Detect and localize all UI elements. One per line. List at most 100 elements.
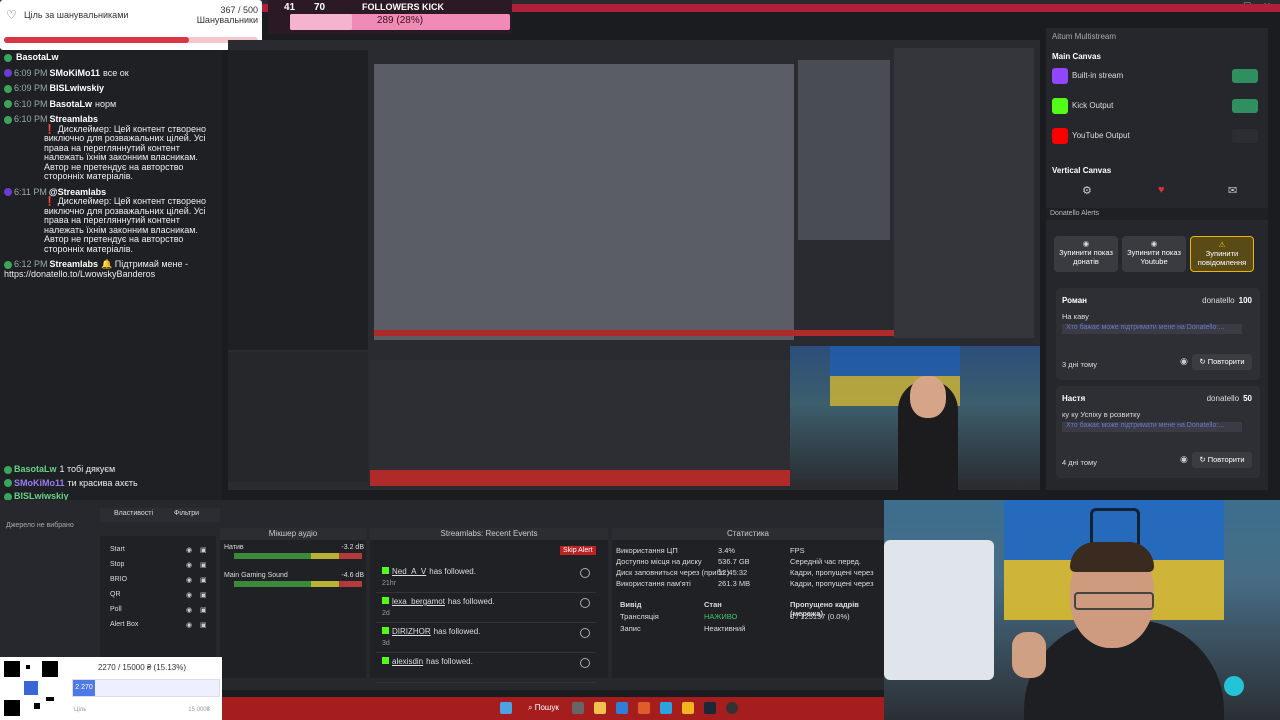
- stat-key: Використання пам'яті: [616, 579, 691, 588]
- nested-chat-preview: [228, 50, 368, 350]
- heart-icon: ♡: [6, 8, 17, 22]
- chrome-icon[interactable]: [682, 702, 694, 714]
- chat-message: 6:11 PM @Streamlabs ❗ Дисклеймер: Цей конт…: [0, 187, 222, 256]
- eye-icon[interactable]: ◉: [186, 591, 192, 599]
- replay-icon[interactable]: [580, 658, 590, 668]
- start-icon[interactable]: [500, 702, 512, 714]
- output-row: YouTube Output: [1052, 126, 1264, 148]
- user-badge-icon: [4, 465, 12, 474]
- settings-icon[interactable]: ⚙: [1082, 184, 1092, 197]
- chat-text: норм: [95, 98, 117, 109]
- goal-title: Ціль за шанувальниками: [24, 10, 129, 20]
- multistream-panel: Aitum Multistream Main Canvas Built-in s…: [1046, 28, 1268, 490]
- edge-icon[interactable]: [616, 702, 628, 714]
- eye-icon[interactable]: ◉: [186, 561, 192, 569]
- source-row[interactable]: Stop ◉ ▣: [110, 561, 210, 573]
- skip-alert-button[interactable]: Skip Alert: [560, 546, 596, 555]
- telegram-icon[interactable]: [660, 702, 672, 714]
- chat-panel: BasotaLw 6:09 PM SMoKiMo11 все ок 6:09 PM BIS…: [0, 50, 222, 500]
- stat-value: 12:45:32: [718, 568, 748, 577]
- stat-key: Кадри, пропущені через: [790, 579, 874, 588]
- taskbar-search[interactable]: ⌕ Пошук: [528, 703, 559, 713]
- eye-icon[interactable]: ◉: [186, 621, 192, 629]
- replay-icon[interactable]: [580, 598, 590, 608]
- chat-username[interactable]: BasotaLw: [14, 464, 57, 474]
- chat-icon[interactable]: ✉: [1228, 184, 1237, 197]
- donation-amount: 50: [1243, 394, 1252, 403]
- lock-icon[interactable]: ▣: [200, 561, 207, 569]
- output-toggle[interactable]: [1232, 69, 1258, 83]
- obs-icon[interactable]: [726, 702, 738, 714]
- chat-username[interactable]: SMoKiMo11: [50, 68, 101, 78]
- retry-button[interactable]: ↻ Повторити: [1192, 452, 1252, 468]
- chat-username[interactable]: BasotaLw: [50, 99, 93, 109]
- source-row[interactable]: Poll ◉ ▣: [110, 606, 210, 618]
- chat-username[interactable]: Streamlabs: [50, 114, 99, 124]
- output-label: Built-in stream: [1072, 71, 1124, 80]
- chat-username[interactable]: SMoKiMo11: [14, 478, 65, 488]
- lock-icon[interactable]: ▣: [200, 546, 207, 554]
- lock-icon[interactable]: ▣: [200, 606, 207, 614]
- source-row[interactable]: Alert Box ◉ ▣: [110, 621, 210, 633]
- replay-icon[interactable]: [580, 628, 590, 638]
- alert-control-button[interactable]: ⚠ Зупинити повідомлення: [1190, 236, 1254, 272]
- chat-username[interactable]: Streamlabs: [50, 259, 99, 269]
- stats-title: Статистика: [612, 528, 884, 540]
- donation-source: donatello 100: [1202, 296, 1252, 305]
- output-status: НАЖИВО: [704, 612, 738, 621]
- donation-message: ку ку Успіху в розвитку: [1062, 410, 1141, 419]
- stop-icon: ◉: [1150, 239, 1158, 248]
- eye-icon[interactable]: ◉: [1180, 454, 1188, 465]
- chat-time: 6:12 PM: [14, 259, 48, 269]
- chat-body: ❗ Дисклеймер: Цей контент створено виклю…: [44, 196, 206, 254]
- chat-text: 1 тобі дякуєм: [59, 464, 116, 474]
- lock-icon[interactable]: ▣: [200, 621, 207, 629]
- user-badge-icon: [4, 260, 12, 269]
- lock-icon[interactable]: ▣: [200, 591, 207, 599]
- output-status: Неактивний: [704, 624, 746, 633]
- output-dropped: 0 / 125137 (0.0%): [790, 612, 850, 621]
- stat-key: Середній час перед.: [790, 557, 862, 566]
- eye-icon[interactable]: ◉: [186, 606, 192, 614]
- event-user[interactable]: Ned_A_V: [392, 567, 426, 576]
- alert-control-button[interactable]: ◉ Зупинити показ Youtube: [1122, 236, 1186, 272]
- output-toggle[interactable]: [1232, 129, 1258, 143]
- retry-icon: ↻: [1199, 455, 1208, 464]
- steam-icon[interactable]: [704, 702, 716, 714]
- donation-min-label: Ціль: [74, 707, 87, 713]
- events-title: Streamlabs: Recent Events: [370, 528, 608, 540]
- chat-username[interactable]: @Streamlabs: [49, 187, 106, 197]
- event-user[interactable]: alexisdin: [392, 657, 423, 666]
- output-toggle[interactable]: [1232, 99, 1258, 113]
- donation-time: 3 дні тому: [1062, 360, 1098, 369]
- output-header: Вивід: [620, 600, 642, 609]
- lock-icon[interactable]: ▣: [200, 576, 207, 584]
- tab-filters[interactable]: Фільтри: [174, 510, 199, 517]
- file-explorer-icon[interactable]: [594, 702, 606, 714]
- tab-properties[interactable]: Властивості: [114, 510, 153, 517]
- eye-icon[interactable]: ◉: [186, 546, 192, 554]
- chat-overlay-list: BasotaLw 1 тобі дякуєм SMoKiMo11 ти красива…: [0, 464, 222, 500]
- task-view-icon[interactable]: [572, 702, 584, 714]
- event-user[interactable]: DIRIZHOR: [392, 627, 431, 636]
- retry-button[interactable]: ↻ Повторити: [1192, 354, 1252, 370]
- source-row[interactable]: BRIO ◉ ▣: [110, 576, 210, 588]
- alert-control-label: Зупинити показ донатів: [1059, 248, 1113, 266]
- source-row[interactable]: Start ◉ ▣: [110, 546, 210, 558]
- heart-icon[interactable]: ♥: [1158, 184, 1165, 196]
- chat-username[interactable]: BasotaLw: [16, 52, 59, 62]
- user-badge-icon: [4, 84, 12, 93]
- source-row[interactable]: QR ◉ ▣: [110, 591, 210, 603]
- stat-key: Кадри, пропущені через: [790, 568, 874, 577]
- follower-goal-widget: ♡ Ціль за шанувальниками 367 / 500 Шанув…: [0, 0, 262, 50]
- firefox-icon[interactable]: [638, 702, 650, 714]
- eye-icon[interactable]: ◉: [1180, 356, 1188, 367]
- replay-icon[interactable]: [580, 568, 590, 578]
- alert-control-button[interactable]: ◉ Зупинити показ донатів: [1054, 236, 1118, 272]
- chat-username[interactable]: BISLwiwskiy: [50, 83, 105, 93]
- eye-icon[interactable]: ◉: [186, 576, 192, 584]
- event-user[interactable]: lexa_bergamot: [392, 597, 445, 606]
- stat-key: Доступно місця на диску: [616, 557, 702, 566]
- chat-username[interactable]: BISLwiwskiy: [14, 491, 69, 500]
- source-label: Poll: [110, 606, 122, 613]
